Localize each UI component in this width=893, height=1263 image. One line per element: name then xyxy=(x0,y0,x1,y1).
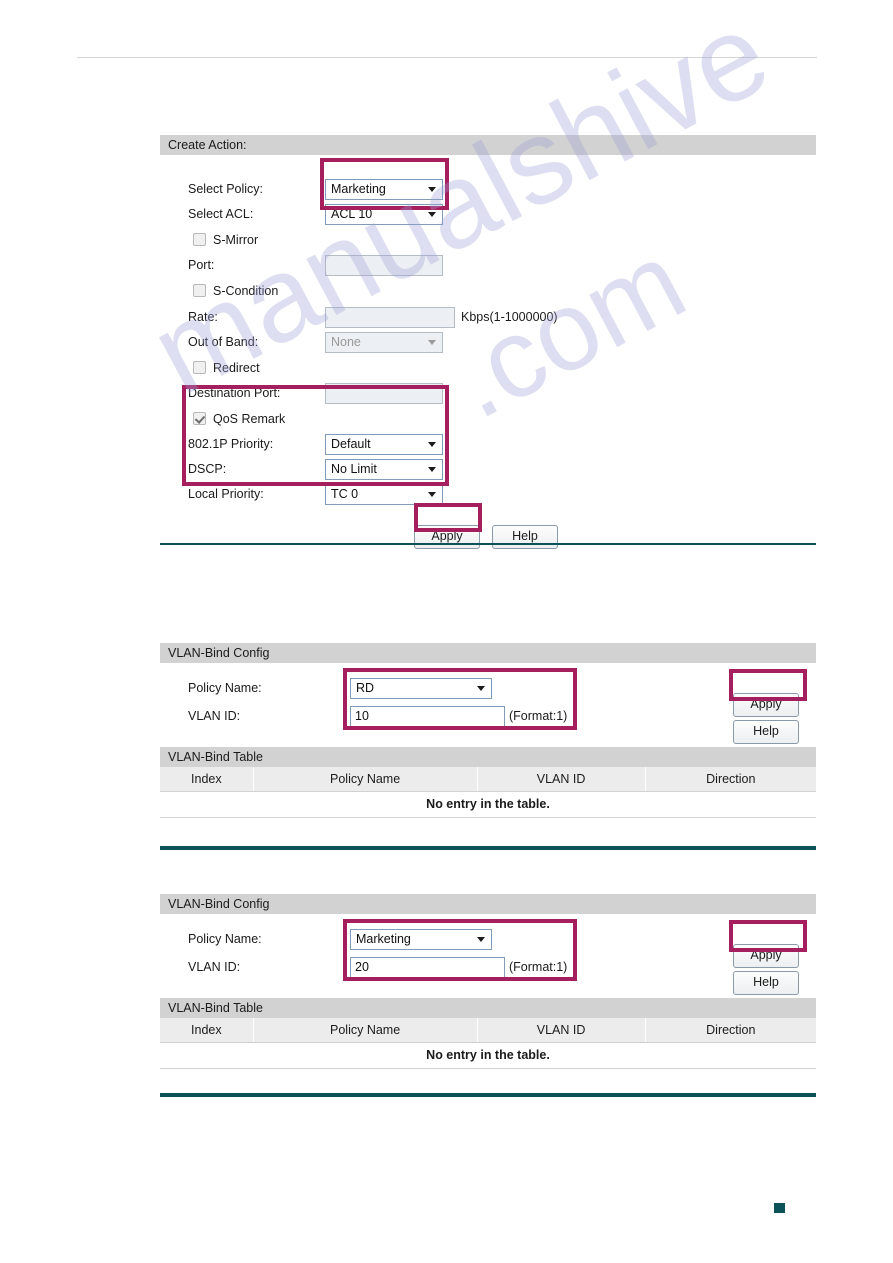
chevron-down-icon xyxy=(428,442,436,447)
chevron-down-icon xyxy=(428,212,436,217)
chevron-down-icon xyxy=(428,187,436,192)
create-action-title: Create Action: xyxy=(160,135,816,155)
dscp-value: No Limit xyxy=(331,462,377,476)
priority-8021p-label: 802.1P Priority: xyxy=(188,437,274,451)
vlan-id-input-1[interactable]: 10 xyxy=(350,706,505,727)
select-policy-value: Marketing xyxy=(331,182,386,196)
select-policy-label: Select Policy: xyxy=(188,182,264,196)
rate-input[interactable] xyxy=(325,307,455,328)
vlan-id-value-1: 10 xyxy=(355,709,369,723)
priority-8021p-value: Default xyxy=(331,437,371,451)
select-acl-label: Select ACL: xyxy=(188,207,254,221)
table-header-row: Index Policy Name VLAN ID Direction xyxy=(160,1018,816,1043)
dscp-label: DSCP: xyxy=(188,462,227,476)
port-label: Port: xyxy=(188,258,215,272)
local-priority-value: TC 0 xyxy=(331,487,359,501)
section-divider-3 xyxy=(160,1093,816,1097)
vlan-bind-help-button-1[interactable]: Help xyxy=(733,720,799,744)
port-input[interactable] xyxy=(325,255,443,276)
redirect-label: Redirect xyxy=(213,361,260,375)
vlan-bind-apply-button-1[interactable]: Apply xyxy=(733,693,799,717)
table-header-policy-name: Policy Name xyxy=(253,767,478,792)
out-of-band-value: None xyxy=(331,335,361,349)
table-header-vlan-id: VLAN ID xyxy=(477,767,646,792)
qos-remark-checkbox[interactable] xyxy=(193,412,206,425)
vlan-bind-help-button-2[interactable]: Help xyxy=(733,971,799,995)
vlan-id-input-2[interactable]: 20 xyxy=(350,957,505,978)
table-header-vlan-id: VLAN ID xyxy=(477,1018,646,1043)
table-empty-row: No entry in the table. xyxy=(160,1042,816,1069)
vlan-bind-table-title-1: VLAN-Bind Table xyxy=(160,747,816,767)
out-of-band-dropdown[interactable]: None xyxy=(325,332,443,353)
create-action-apply-button[interactable]: Apply xyxy=(414,525,480,549)
rate-unit-hint: Kbps(1-1000000) xyxy=(461,310,558,324)
table-header-policy-name: Policy Name xyxy=(253,1018,478,1043)
create-action-help-button[interactable]: Help xyxy=(492,525,558,549)
policy-name-dropdown-1[interactable]: RD xyxy=(350,678,492,699)
table-header-direction: Direction xyxy=(645,1018,816,1043)
vlan-bind-config-panel-2: VLAN-Bind Config Policy Name: Marketing … xyxy=(160,894,816,997)
destination-port-label: Destination Port: xyxy=(188,386,281,400)
local-priority-label: Local Priority: xyxy=(188,487,264,501)
vlan-bind-table-panel-1: VLAN-Bind Table Index Policy Name VLAN I… xyxy=(160,747,816,818)
chevron-down-icon xyxy=(428,492,436,497)
rate-label: Rate: xyxy=(188,310,218,324)
vlan-bind-table-title-2: VLAN-Bind Table xyxy=(160,998,816,1018)
s-condition-checkbox[interactable] xyxy=(193,284,206,297)
page-header-rule xyxy=(77,57,817,58)
chevron-down-icon xyxy=(428,340,436,345)
vlan-id-format-hint-2: (Format:1) xyxy=(509,960,568,974)
vlan-id-format-hint-1: (Format:1) xyxy=(509,709,568,723)
table-header-direction: Direction xyxy=(645,767,816,792)
qos-remark-label: QoS Remark xyxy=(213,412,286,426)
select-acl-value: ACL 10 xyxy=(331,207,373,221)
vlan-bind-table-2: Index Policy Name VLAN ID Direction No e… xyxy=(160,1018,816,1069)
vlan-bind-table-panel-2: VLAN-Bind Table Index Policy Name VLAN I… xyxy=(160,998,816,1069)
vlan-id-label-2: VLAN ID: xyxy=(188,960,241,974)
table-empty-message-2: No entry in the table. xyxy=(160,1042,816,1069)
table-header-row: Index Policy Name VLAN ID Direction xyxy=(160,767,816,792)
vlan-bind-table-1: Index Policy Name VLAN ID Direction No e… xyxy=(160,767,816,818)
table-empty-message-1: No entry in the table. xyxy=(160,791,816,818)
out-of-band-label: Out of Band: xyxy=(188,335,259,349)
policy-name-label-2: Policy Name: xyxy=(188,932,262,946)
select-policy-dropdown[interactable]: Marketing xyxy=(325,179,443,200)
footer-marker xyxy=(774,1203,785,1213)
policy-name-value-1: RD xyxy=(356,681,375,695)
vlan-id-label-1: VLAN ID: xyxy=(188,709,241,723)
redirect-checkbox[interactable] xyxy=(193,361,206,374)
chevron-down-icon xyxy=(477,686,485,691)
table-empty-row: No entry in the table. xyxy=(160,791,816,818)
policy-name-label-1: Policy Name: xyxy=(188,681,262,695)
dscp-dropdown[interactable]: No Limit xyxy=(325,459,443,480)
destination-port-input[interactable] xyxy=(325,383,443,404)
s-condition-label: S-Condition xyxy=(213,284,279,298)
vlan-id-value-2: 20 xyxy=(355,960,369,974)
chevron-down-icon xyxy=(477,937,485,942)
s-mirror-checkbox[interactable] xyxy=(193,233,206,246)
policy-name-dropdown-2[interactable]: Marketing xyxy=(350,929,492,950)
section-divider-1 xyxy=(160,543,816,545)
local-priority-dropdown[interactable]: TC 0 xyxy=(325,484,443,505)
vlan-bind-apply-button-2[interactable]: Apply xyxy=(733,944,799,968)
vlan-bind-config-title-2: VLAN-Bind Config xyxy=(160,894,816,914)
s-mirror-label: S-Mirror xyxy=(213,233,259,247)
select-acl-dropdown[interactable]: ACL 10 xyxy=(325,204,443,225)
vlan-bind-config-title-1: VLAN-Bind Config xyxy=(160,643,816,663)
vlan-bind-config-panel-1: VLAN-Bind Config Policy Name: RD VLAN ID… xyxy=(160,643,816,746)
section-divider-2 xyxy=(160,846,816,850)
table-header-index: Index xyxy=(160,1018,254,1043)
create-action-panel: Create Action: Select Policy: Marketing … xyxy=(160,135,816,555)
table-header-index: Index xyxy=(160,767,254,792)
chevron-down-icon xyxy=(428,467,436,472)
policy-name-value-2: Marketing xyxy=(356,932,411,946)
priority-8021p-dropdown[interactable]: Default xyxy=(325,434,443,455)
